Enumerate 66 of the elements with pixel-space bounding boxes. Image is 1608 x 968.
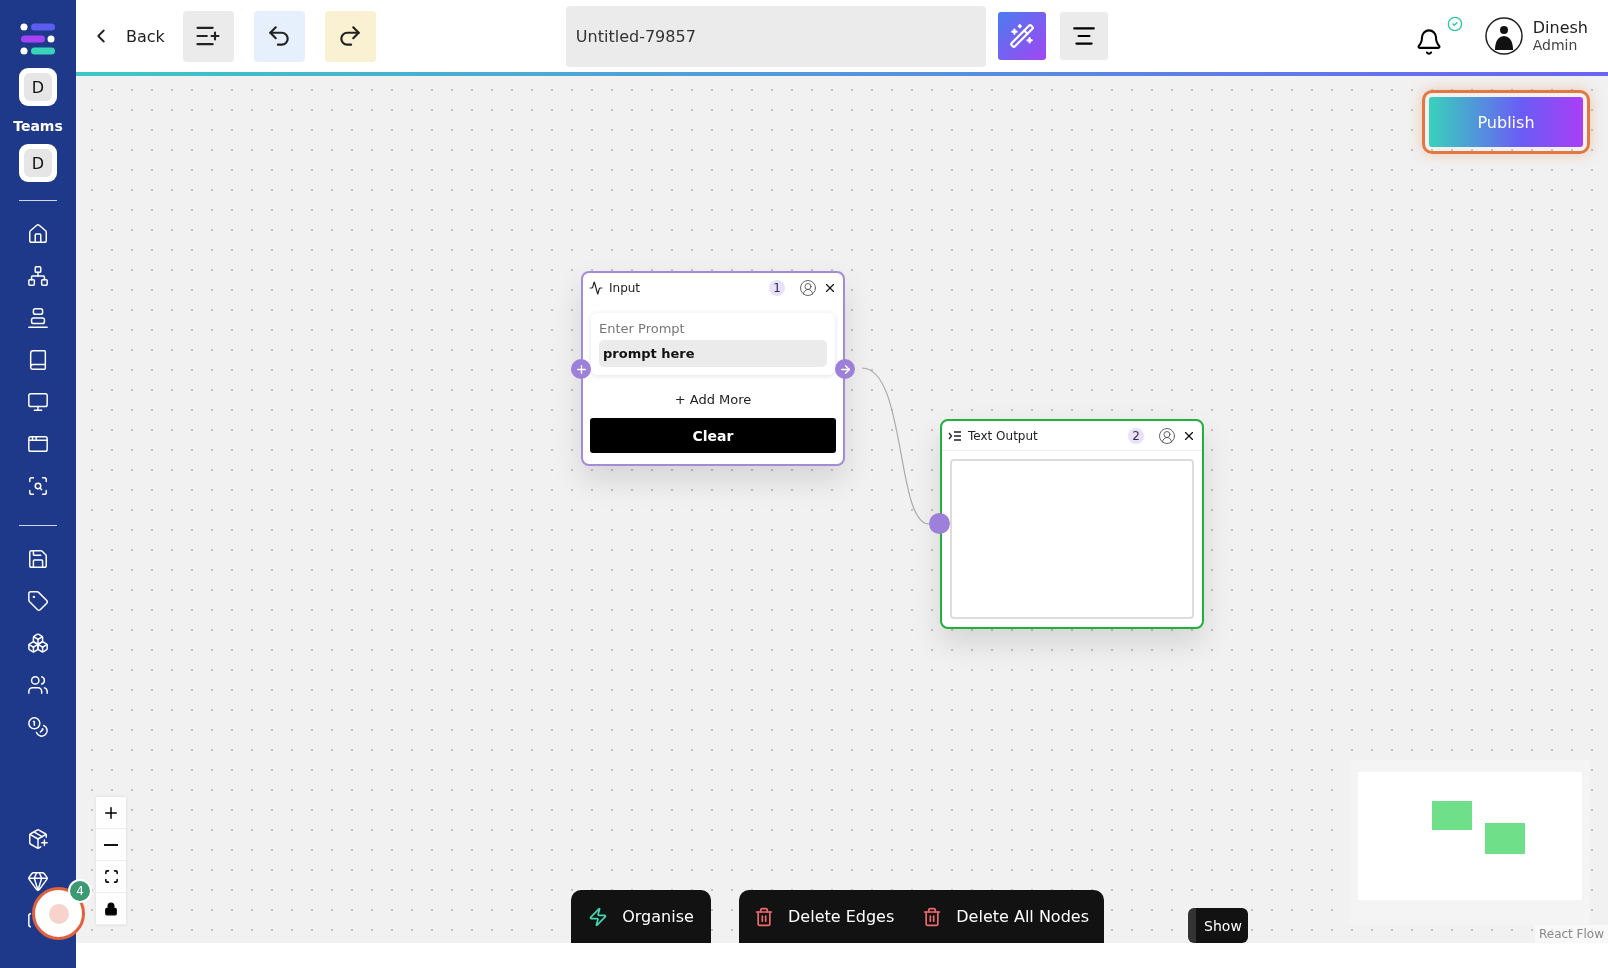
user-role: Admin bbox=[1532, 37, 1579, 54]
trash-icon bbox=[922, 906, 943, 927]
minus-icon bbox=[104, 843, 118, 846]
field-label: Enter Prompt bbox=[599, 321, 686, 336]
frame-corners-icon bbox=[103, 869, 119, 884]
logo-icon bbox=[20, 22, 56, 56]
indent-list-icon bbox=[948, 429, 962, 442]
clear-button[interactable]: Clear bbox=[590, 418, 836, 453]
user-icon[interactable] bbox=[799, 279, 817, 297]
title-field[interactable]: Untitled-79857 bbox=[565, 5, 986, 67]
teams-label: Teams bbox=[13, 118, 63, 134]
tag-icon[interactable] bbox=[27, 590, 49, 612]
flow-node[interactable]: Text Output 2 bbox=[940, 419, 1204, 629]
undo-button[interactable] bbox=[253, 10, 305, 62]
user-avatar[interactable] bbox=[1484, 17, 1523, 55]
organise-button[interactable]: Organise bbox=[588, 906, 694, 927]
node-title: Text Output bbox=[968, 428, 1039, 443]
gem-icon[interactable] bbox=[27, 870, 49, 892]
redo-button[interactable] bbox=[324, 10, 376, 62]
magic-wand-button[interactable] bbox=[997, 12, 1046, 60]
coins-icon[interactable] bbox=[27, 716, 49, 738]
check-icon bbox=[1446, 16, 1463, 32]
publish-button[interactable]: Publish bbox=[1422, 90, 1590, 154]
pulse-icon bbox=[589, 281, 603, 295]
package-plus-icon[interactable] bbox=[27, 828, 49, 850]
arrow-handle[interactable] bbox=[835, 359, 855, 379]
users-icon[interactable] bbox=[27, 674, 49, 696]
magic-wand-icon bbox=[1008, 23, 1035, 49]
node-number: 1 bbox=[769, 280, 785, 296]
save-icon[interactable] bbox=[27, 548, 49, 570]
bell-icon bbox=[1414, 28, 1443, 56]
fit-view-button[interactable] bbox=[96, 861, 126, 893]
flow-node[interactable]: Input 1 Enter Prompt prompt here + Add More Clear bbox=[581, 271, 845, 466]
delete-button[interactable]: Delete All Nodes bbox=[922, 906, 1089, 927]
delete-button[interactable]: Delete Edges bbox=[754, 906, 895, 927]
scan-search-icon[interactable] bbox=[27, 475, 49, 497]
close-icon[interactable] bbox=[823, 281, 837, 295]
minimap-node bbox=[1432, 801, 1472, 830]
boxes-icon[interactable] bbox=[27, 632, 49, 654]
add-more-button[interactable]: + Add More bbox=[668, 391, 758, 408]
team-avatar[interactable]: D bbox=[19, 68, 57, 106]
browser-window-icon[interactable] bbox=[27, 433, 49, 455]
minimap-node bbox=[1485, 823, 1525, 854]
network-icon[interactable] bbox=[27, 265, 49, 287]
lock-button[interactable] bbox=[96, 893, 126, 925]
node-number: 2 bbox=[1128, 427, 1144, 444]
zoom-out-button[interactable] bbox=[96, 829, 126, 861]
monitor-icon[interactable] bbox=[27, 391, 49, 413]
team-avatar[interactable]: D bbox=[19, 144, 57, 182]
home-icon[interactable] bbox=[27, 223, 49, 245]
trash-icon bbox=[754, 906, 775, 927]
node-title: Input bbox=[609, 281, 642, 295]
show-button[interactable]: Show bbox=[1188, 908, 1248, 943]
align-button[interactable] bbox=[1059, 12, 1108, 60]
add-list-button[interactable] bbox=[182, 10, 234, 62]
lock-icon bbox=[104, 901, 118, 916]
lightning-icon bbox=[588, 906, 609, 927]
prompt-field[interactable]: prompt here bbox=[599, 340, 827, 367]
stacked-bars-icon[interactable] bbox=[27, 307, 49, 329]
zoom-in-button[interactable] bbox=[96, 797, 126, 829]
back-link[interactable]: Back bbox=[90, 25, 165, 47]
output-field[interactable] bbox=[950, 459, 1194, 619]
user-name: Dinesh bbox=[1532, 18, 1588, 38]
user-icon[interactable] bbox=[1158, 426, 1176, 445]
book-icon[interactable] bbox=[27, 349, 49, 371]
plus-handle[interactable] bbox=[571, 359, 591, 379]
